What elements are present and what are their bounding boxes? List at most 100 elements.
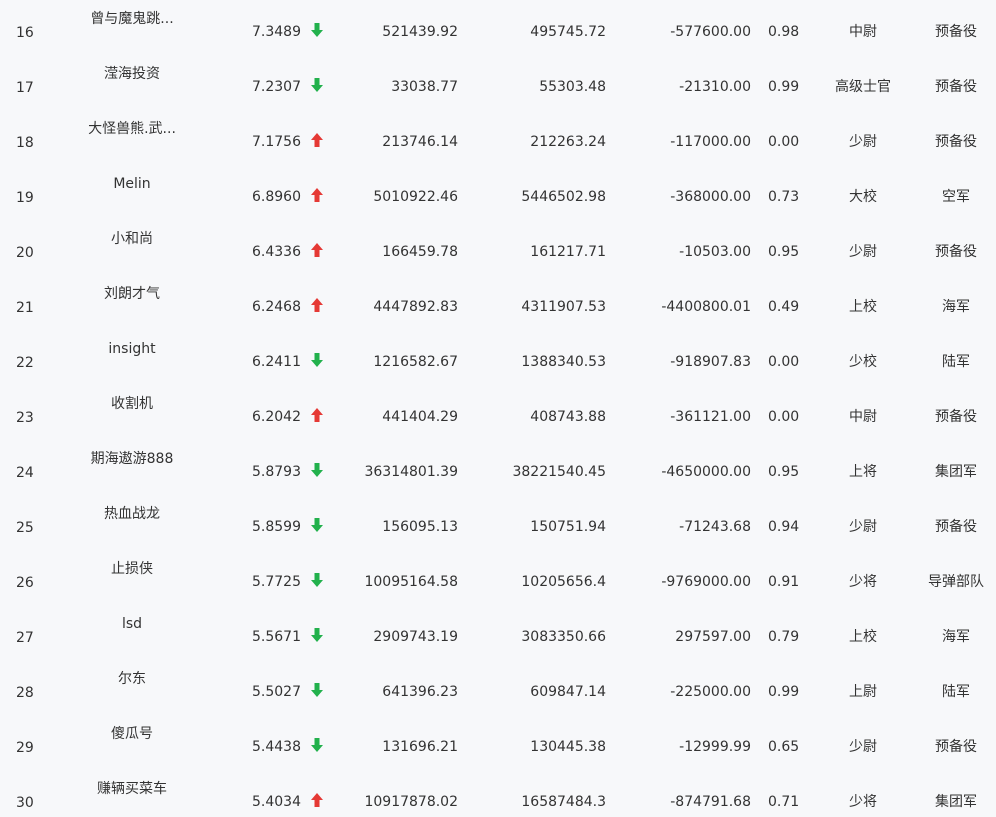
value-1-cell: 156095.13 <box>382 519 458 535</box>
value-3-cell: -874791.68 <box>670 794 751 810</box>
military-rank-cell: 中尉 <box>849 409 877 425</box>
score-cell: 6.2042 <box>252 409 301 425</box>
value-3-cell: -117000.00 <box>670 134 751 150</box>
value-1-cell: 33038.77 <box>391 79 458 95</box>
rank-cell: 18 <box>16 135 34 151</box>
value-2-cell: 16587484.3 <box>521 794 606 810</box>
table-row[interactable]: 29 傻瓜号 5.4438 131696.21 130445.38 -12999.99 0.… <box>0 725 996 780</box>
score-cell: 5.4438 <box>252 739 301 755</box>
user-name-link[interactable]: 刘朗才气 <box>72 284 192 304</box>
military-rank-cell: 大校 <box>849 189 877 205</box>
unit-cell: 导弹部队 <box>928 574 984 590</box>
rank-cell: 19 <box>16 190 34 206</box>
table-row[interactable]: 28 尔东 5.5027 641396.23 609847.14 -225000.00 0.… <box>0 670 996 725</box>
rank-cell: 16 <box>16 25 34 41</box>
value-2-cell: 38221540.45 <box>512 464 606 480</box>
table-row[interactable]: 22 insight 6.2411 1216582.67 1388340.53 -9189… <box>0 340 996 395</box>
user-name-link[interactable]: 止损侠 <box>72 559 192 579</box>
score-cell: 6.2411 <box>252 354 301 370</box>
ratio-cell: 0.94 <box>768 519 800 535</box>
value-3-cell: -4650000.00 <box>661 464 751 480</box>
value-2-cell: 10205656.4 <box>521 574 606 590</box>
value-3-cell: -918907.83 <box>670 354 751 370</box>
value-1-cell: 10095164.58 <box>364 574 458 590</box>
arrow-up-icon <box>310 131 324 149</box>
table-row[interactable]: 30 赚辆买菜车 5.4034 10917878.02 16587484.3 -87479… <box>0 780 996 817</box>
arrow-up-icon <box>310 241 324 259</box>
table-row[interactable]: 19 Melin 6.8960 5010922.46 5446502.98 -368000… <box>0 175 996 230</box>
value-2-cell: 212263.24 <box>530 134 606 150</box>
unit-cell: 预备役 <box>935 24 977 40</box>
user-name-link[interactable]: 滢海投资 <box>72 64 192 84</box>
value-3-cell: 297597.00 <box>675 629 751 645</box>
user-name-link[interactable]: 期海遨游888 <box>72 449 192 469</box>
table-row[interactable]: 16 曾与魔鬼跳... 7.3489 521439.92 495745.72 -57760… <box>0 10 996 65</box>
table-row[interactable]: 23 收割机 6.2042 441404.29 408743.88 -361121.00 0… <box>0 395 996 450</box>
user-name-link[interactable]: 赚辆买菜车 <box>72 779 192 799</box>
table-row[interactable]: 17 滢海投资 7.2307 33038.77 55303.48 -21310.00 0.9… <box>0 65 996 120</box>
user-name-link[interactable]: 热血战龙 <box>72 504 192 524</box>
military-rank-cell: 上将 <box>849 464 877 480</box>
arrow-down-icon <box>310 461 324 479</box>
value-3-cell: -4400800.01 <box>661 299 751 315</box>
value-1-cell: 131696.21 <box>382 739 458 755</box>
military-rank-cell: 中尉 <box>849 24 877 40</box>
military-rank-cell: 少将 <box>849 794 877 810</box>
arrow-down-icon <box>310 736 324 754</box>
value-3-cell: -12999.99 <box>679 739 751 755</box>
table-row[interactable]: 20 小和尚 6.4336 166459.78 161217.71 -10503.00 0.… <box>0 230 996 285</box>
value-2-cell: 5446502.98 <box>521 189 606 205</box>
value-3-cell: -577600.00 <box>670 24 751 40</box>
arrow-up-icon <box>310 296 324 314</box>
user-name-link[interactable]: 尔东 <box>72 669 192 689</box>
unit-cell: 预备役 <box>935 244 977 260</box>
ratio-cell: 0.00 <box>768 134 800 150</box>
score-cell: 5.8599 <box>252 519 301 535</box>
user-name-link[interactable]: 收割机 <box>72 394 192 414</box>
table-row[interactable]: 26 止损侠 5.7725 10095164.58 10205656.4 -9769000… <box>0 560 996 615</box>
arrow-down-icon <box>310 626 324 644</box>
value-2-cell: 408743.88 <box>530 409 606 425</box>
score-cell: 6.2468 <box>252 299 301 315</box>
user-name-link[interactable]: insight <box>72 339 192 359</box>
unit-cell: 集团军 <box>935 794 977 810</box>
military-rank-cell: 少校 <box>849 354 877 370</box>
score-cell: 5.4034 <box>252 794 301 810</box>
ratio-cell: 0.99 <box>768 79 800 95</box>
table-row[interactable]: 18 大怪兽熊.武... 7.1756 213746.14 212263.24 -1170… <box>0 120 996 175</box>
user-name-link[interactable]: 小和尚 <box>72 229 192 249</box>
ratio-cell: 0.95 <box>768 464 800 480</box>
score-cell: 5.8793 <box>252 464 301 480</box>
ratio-cell: 0.99 <box>768 684 800 700</box>
rank-cell: 28 <box>16 685 34 701</box>
unit-cell: 集团军 <box>935 464 977 480</box>
table-row[interactable]: 25 热血战龙 5.8599 156095.13 150751.94 -71243.68 0… <box>0 505 996 560</box>
rank-cell: 25 <box>16 520 34 536</box>
unit-cell: 海军 <box>942 299 970 315</box>
unit-cell: 陆军 <box>942 354 970 370</box>
user-name-link[interactable]: 傻瓜号 <box>72 724 192 744</box>
user-name-link[interactable]: lsd <box>72 614 192 634</box>
value-1-cell: 36314801.39 <box>364 464 458 480</box>
score-cell: 5.7725 <box>252 574 301 590</box>
table-row[interactable]: 24 期海遨游888 5.8793 36314801.39 38221540.45 -46… <box>0 450 996 505</box>
value-1-cell: 5010922.46 <box>373 189 458 205</box>
ratio-cell: 0.91 <box>768 574 800 590</box>
score-cell: 7.2307 <box>252 79 301 95</box>
user-name-link[interactable]: Melin <box>72 174 192 194</box>
arrow-up-icon <box>310 186 324 204</box>
user-name-link[interactable]: 大怪兽熊.武... <box>72 119 192 139</box>
table-row[interactable]: 27 lsd 5.5671 2909743.19 3083350.66 297597.00… <box>0 615 996 670</box>
arrow-down-icon <box>310 516 324 534</box>
ratio-cell: 0.71 <box>768 794 800 810</box>
ratio-cell: 0.00 <box>768 354 800 370</box>
ratio-cell: 0.65 <box>768 739 800 755</box>
value-2-cell: 495745.72 <box>530 24 606 40</box>
user-name-link[interactable]: 曾与魔鬼跳... <box>72 9 192 29</box>
unit-cell: 预备役 <box>935 134 977 150</box>
rank-cell: 29 <box>16 740 34 756</box>
rank-cell: 20 <box>16 245 34 261</box>
military-rank-cell: 上校 <box>849 629 877 645</box>
rank-cell: 23 <box>16 410 34 426</box>
table-row[interactable]: 21 刘朗才气 6.2468 4447892.83 4311907.53 -4400800… <box>0 285 996 340</box>
